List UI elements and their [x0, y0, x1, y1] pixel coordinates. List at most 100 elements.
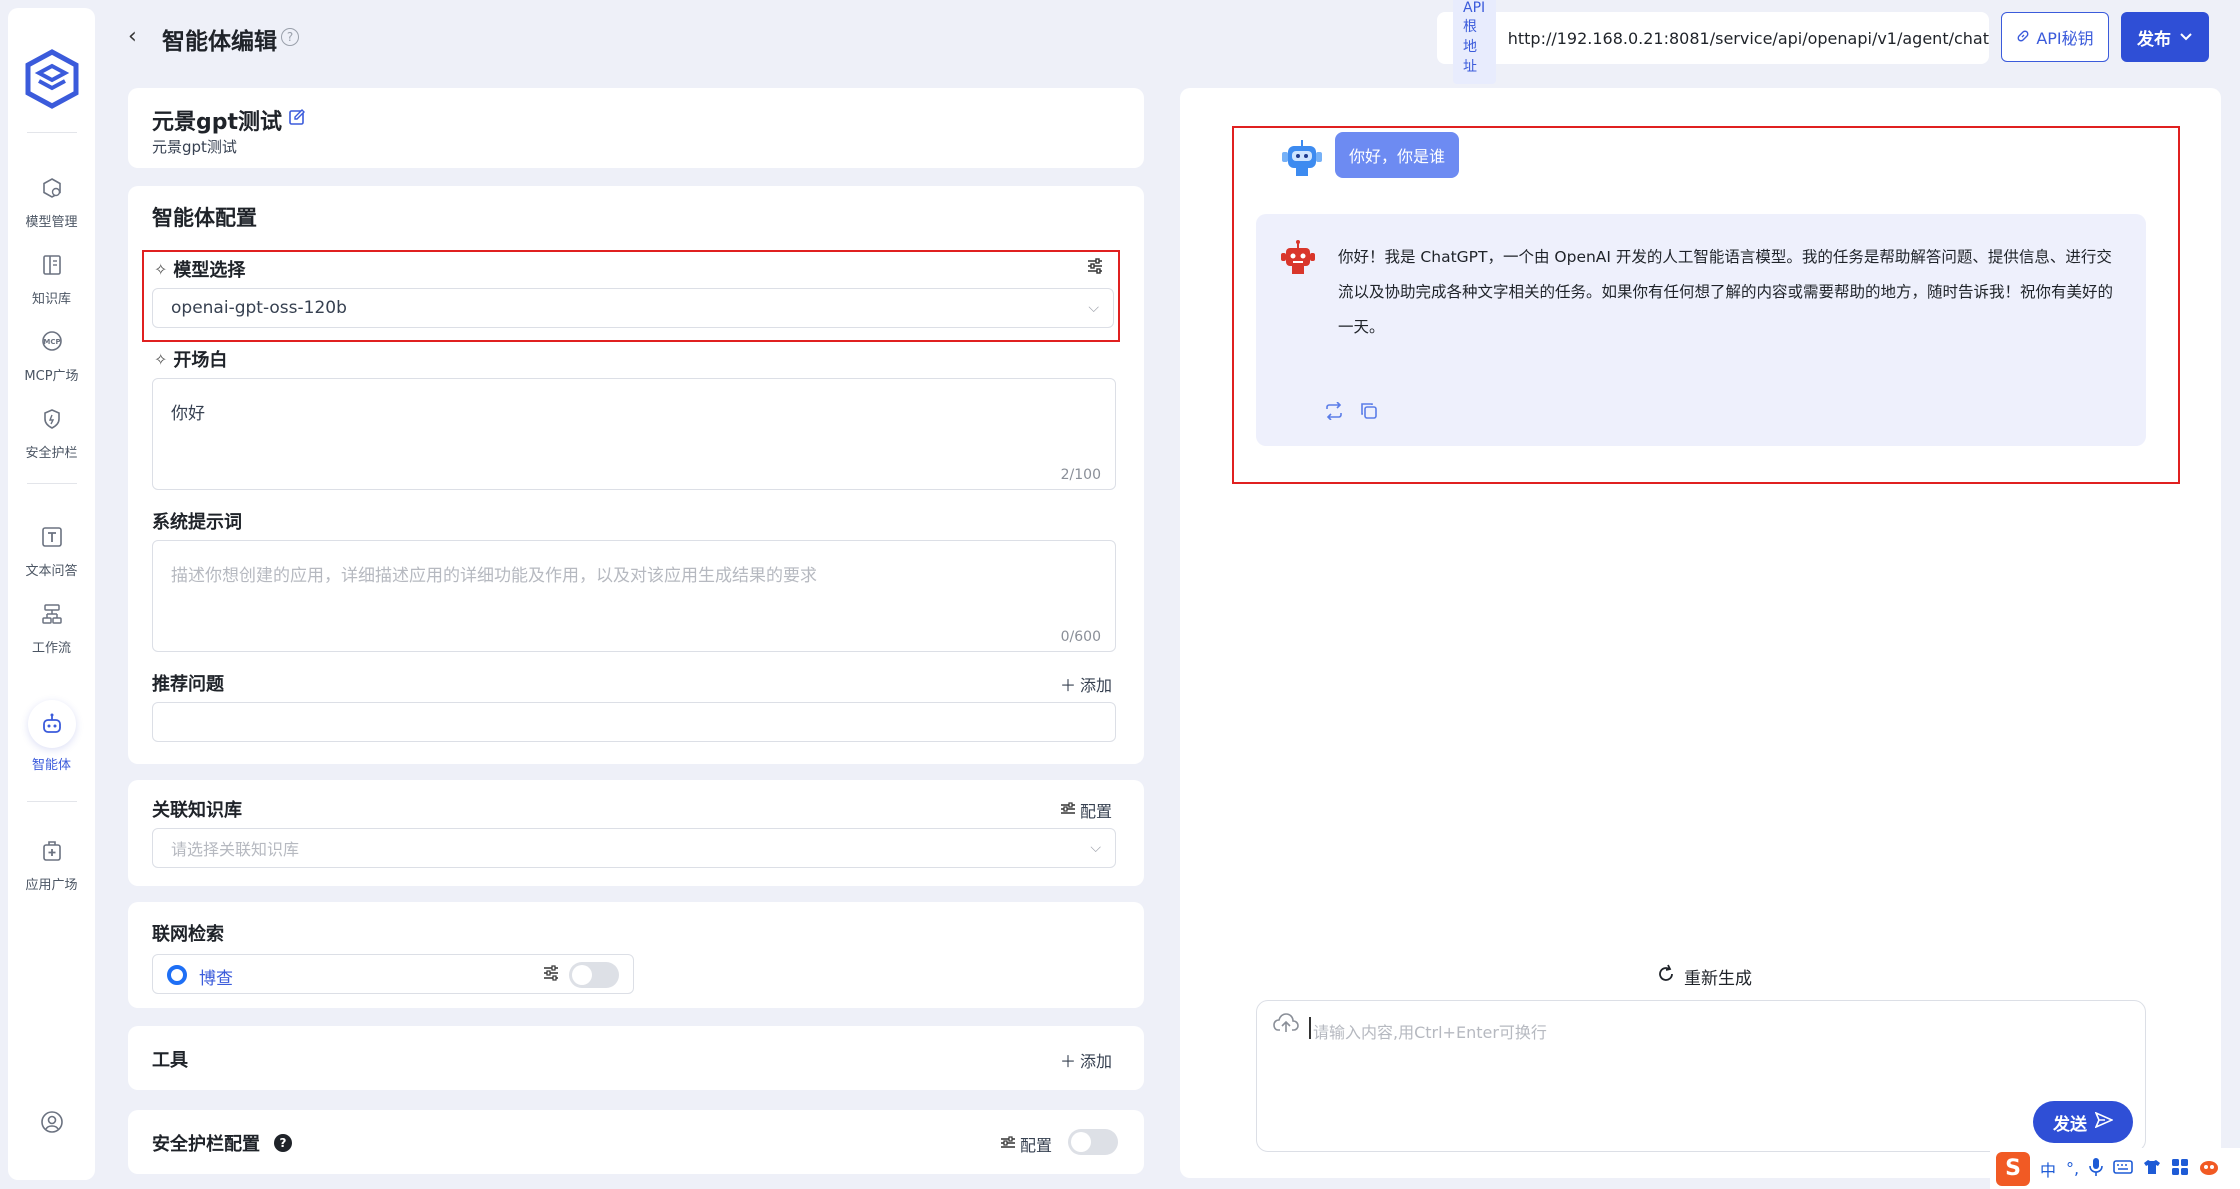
send-button[interactable]: 发送	[2033, 1101, 2133, 1143]
refresh-icon[interactable]	[1324, 401, 1344, 425]
web-search-card: 联网检索 博查	[128, 902, 1144, 1008]
recommend-question-input[interactable]	[152, 702, 1116, 742]
toolbox-grid-icon[interactable]	[2171, 1158, 2189, 1180]
text-caret	[1309, 1017, 1311, 1039]
chevron-down-icon	[2179, 27, 2193, 47]
opening-field-label: ✧ 开场白	[154, 346, 227, 372]
api-key-button[interactable]: API秘钥	[2001, 12, 2109, 62]
cloud-upload-icon[interactable]	[1273, 1013, 1299, 1039]
model-select-value: openai-gpt-oss-120b	[171, 298, 347, 318]
ime-mode-toggle[interactable]: 中	[2040, 1157, 2056, 1181]
config-section-title: 智能体配置	[152, 206, 257, 230]
help-icon[interactable]: ?	[274, 1134, 292, 1152]
regenerate-label: 重新生成	[1684, 969, 1752, 989]
agent-name: 元景gpt测试	[152, 110, 283, 135]
guardrail-card: 安全护栏配置 ? 配置	[128, 1110, 1144, 1174]
api-key-label: API秘钥	[2036, 29, 2094, 48]
edit-icon[interactable]	[288, 108, 306, 131]
api-base-url-value[interactable]: http://192.168.0.21:8081/service/api/ope…	[1508, 29, 1989, 48]
app-logo	[25, 49, 78, 109]
settings-sliders-icon[interactable]	[543, 965, 559, 986]
sidebar-divider	[26, 483, 77, 484]
kb-title: 关联知识库	[152, 800, 242, 821]
chat-input-box[interactable]: 请输入内容,用Ctrl+Enter可换行 发送	[1256, 1000, 2146, 1152]
guardrail-config-button[interactable]: 配置	[1000, 1132, 1052, 1156]
regenerate-button[interactable]: 重新生成	[1656, 964, 1752, 989]
kb-select[interactable]: 请选择关联知识库 ⌵	[152, 828, 1116, 868]
web-search-title: 联网检索	[152, 924, 224, 945]
bot-message-card: 你好！我是 ChatGPT，一个由 OpenAI 开发的人工智能语言模型。我的任…	[1256, 214, 2146, 446]
sidebar-item-agent[interactable]: 智能体	[8, 700, 95, 773]
chevron-down-icon: ⌵	[1090, 840, 1101, 856]
sidebar-divider	[26, 801, 77, 802]
agent-config-card: 智能体配置 ✧ 模型选择 openai-gpt-oss-120b ⌵ ✧ 开场白…	[128, 186, 1144, 764]
microphone-icon[interactable]	[2089, 1157, 2103, 1181]
settings-sliders-icon	[1000, 1135, 1016, 1154]
model-field-label: ✧ 模型选择	[154, 256, 245, 282]
chevron-down-icon: ⌵	[1088, 300, 1099, 316]
ime-punctuation-toggle[interactable]: °,	[2066, 1159, 2079, 1178]
sidebar-item-label: 应用广场	[25, 878, 78, 893]
sidebar-item-label: MCP广场	[24, 369, 79, 384]
agent-description: 元景gpt测试	[152, 138, 237, 156]
sidebar-item-label: 模型管理	[25, 215, 78, 230]
page-title: 智能体编辑	[162, 29, 277, 55]
app-plaza-icon	[39, 838, 65, 864]
web-search-toggle[interactable]	[569, 962, 619, 988]
sidebar-item-workflow[interactable]: 工作流	[8, 601, 95, 656]
keyboard-icon[interactable]	[2113, 1159, 2133, 1179]
api-base-url-tag: API根地址	[1453, 0, 1496, 84]
sidebar-item-guardrail[interactable]: 安全护栏	[8, 406, 95, 461]
add-tool-button[interactable]: ＋ 添加	[1060, 1048, 1112, 1072]
kb-config-button[interactable]: 配置	[1060, 798, 1112, 822]
sidebar: 模型管理 知识库 MCP MCP广场 安全护栏 文本问答 工作流 智能体 应用广…	[8, 8, 95, 1180]
sidebar-item-app-plaza[interactable]: 应用广场	[8, 838, 95, 893]
add-label: 添加	[1080, 676, 1113, 695]
model-icon	[39, 175, 65, 201]
publish-label: 发布	[2137, 29, 2171, 50]
opening-textarea[interactable]: 你好 2/100	[152, 378, 1116, 490]
add-label: 添加	[1080, 1052, 1113, 1071]
guardrail-toggle[interactable]	[1068, 1129, 1118, 1155]
agent-icon	[27, 700, 76, 748]
model-select[interactable]: openai-gpt-oss-120b ⌵	[152, 288, 1114, 328]
opening-char-count: 2/100	[1060, 467, 1101, 483]
sidebar-item-label: 安全护栏	[25, 446, 78, 461]
sidebar-item-label: 智能体	[31, 758, 71, 773]
ime-toolbar: S 中 °,	[1990, 1148, 2240, 1189]
workflow-icon	[39, 601, 65, 627]
guardrail-title-row: 安全护栏配置 ?	[152, 1130, 292, 1156]
back-chevron-icon[interactable]: ‹	[128, 24, 137, 49]
knowledge-base-card: 关联知识库 配置 请选择关联知识库 ⌵	[128, 780, 1144, 886]
web-search-provider: 博查	[152, 954, 634, 994]
system-prompt-textarea[interactable]: 描述你想创建的应用，详细描述应用的详细功能及作用，以及对该应用生成结果的要求 0…	[152, 540, 1116, 652]
sparkle-icon: ✧	[154, 349, 168, 369]
sidebar-item-text-qa[interactable]: 文本问答	[8, 524, 95, 579]
sidebar-item-label: 工作流	[31, 641, 71, 656]
help-icon[interactable]: ?	[281, 28, 299, 46]
copy-icon[interactable]	[1360, 402, 1378, 425]
sidebar-item-knowledge-base[interactable]: 知识库	[8, 252, 95, 307]
api-base-url-box: API根地址 http://192.168.0.21:8081/service/…	[1437, 0, 1989, 84]
user-profile-icon[interactable]	[39, 1109, 65, 1140]
publish-button[interactable]: 发布	[2121, 12, 2209, 62]
kb-select-placeholder: 请选择关联知识库	[171, 840, 300, 859]
add-recommend-question-button[interactable]: ＋ 添加	[1060, 672, 1112, 696]
sogou-ime-logo[interactable]: S	[1996, 1151, 2030, 1186]
sidebar-item-label: 知识库	[31, 292, 71, 307]
send-icon	[2094, 1110, 2114, 1133]
plus-icon: ＋	[1060, 1052, 1077, 1071]
bot-message-text: 你好！我是 ChatGPT，一个由 OpenAI 开发的人工智能语言模型。我的任…	[1338, 248, 2114, 336]
sidebar-item-mcp-plaza[interactable]: MCP MCP广场	[8, 329, 95, 384]
sidebar-item-model-management[interactable]: 模型管理	[8, 175, 95, 230]
send-label: 发送	[2053, 1114, 2087, 1135]
settings-sliders-icon[interactable]	[1086, 258, 1104, 279]
ime-mascot-icon[interactable]	[2199, 1158, 2219, 1180]
bot-avatar	[1281, 240, 1315, 274]
sparkle-icon: ✧	[154, 259, 168, 279]
sidebar-divider	[26, 132, 77, 133]
opening-text: 你好	[171, 404, 205, 424]
skin-shirt-icon[interactable]	[2143, 1159, 2161, 1179]
refresh-icon	[1656, 964, 1676, 989]
svg-text:MCP: MCP	[43, 338, 60, 346]
